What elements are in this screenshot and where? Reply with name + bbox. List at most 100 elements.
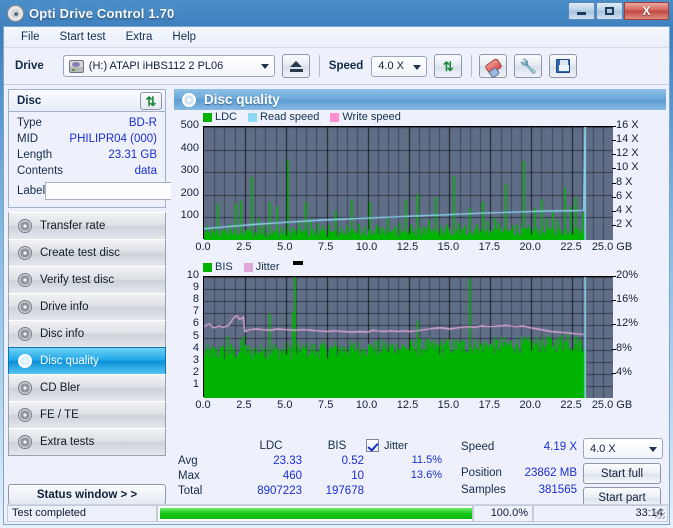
sidebar-item-transfer-rate[interactable]: Transfer rate (8, 212, 166, 240)
sidebar-item-label: Drive info (40, 301, 89, 313)
y2-tick-label: 8% (616, 341, 632, 354)
sidebar-item-disc-quality[interactable]: Disc quality (8, 347, 166, 375)
table-header-row: LDC BIS (174, 438, 368, 453)
y-tick-label: 200 (180, 186, 199, 199)
disc-icon (18, 246, 32, 260)
disc-icon (7, 4, 24, 22)
y-tick-label: 400 (180, 141, 199, 154)
menu-item-help[interactable]: Help (163, 29, 205, 45)
legend-swatch (203, 262, 212, 272)
legend-label: Write speed (342, 111, 401, 123)
menu-item-extra[interactable]: Extra (117, 29, 162, 45)
wrench-icon: 🔧 (519, 58, 538, 74)
disc-panel-header: Disc ⇅ (8, 89, 166, 111)
refresh-button[interactable]: ⇅ (434, 54, 463, 78)
y2-tick-label: 20% (616, 269, 639, 281)
legend-swatch (248, 112, 258, 122)
sidebar-item-verify-test-disc[interactable]: Verify test disc (8, 266, 166, 294)
minimize-button[interactable] (568, 2, 595, 20)
save-button[interactable] (549, 54, 578, 78)
y-tick-label: 6 (192, 317, 199, 330)
disc-row-contents: Contents data (17, 163, 157, 179)
disc-row-length: Length 23.31 GB (17, 147, 157, 163)
row-label-avg: Avg (178, 454, 198, 467)
disc-length-value: 23.31 GB (108, 149, 157, 161)
readout-position-value: 23862 MB (524, 466, 577, 479)
sidebar-item-fe-te[interactable]: FE / TE (8, 401, 166, 429)
y2-tick (612, 126, 616, 127)
table-row: Avg 23.33 0.52 (174, 453, 368, 468)
sidebar-item-label: Disc quality (40, 355, 99, 367)
disc-icon (182, 92, 196, 107)
sidebar-item-cd-bler[interactable]: CD Bler (8, 374, 166, 402)
y2-tick-label: 4 X (616, 203, 633, 216)
start-full-button[interactable]: Start full (583, 463, 661, 484)
maximize-button[interactable] (596, 2, 623, 20)
panel-header: Disc quality (174, 89, 666, 110)
disc-refresh-button[interactable]: ⇅ (140, 92, 162, 110)
y-tick-label: 2 (192, 365, 199, 378)
disc-icon (18, 300, 32, 314)
refresh-icon: ⇅ (442, 58, 454, 74)
eject-icon (289, 61, 302, 67)
column-header-bis: BIS (327, 439, 347, 452)
y-tick-label: 1 (192, 377, 199, 390)
legend-swatch (243, 262, 253, 272)
y-tick-label: 5 (192, 329, 199, 342)
readout-speed-label: Speed (461, 440, 495, 453)
eject-button[interactable] (281, 54, 310, 78)
sidebar-item-extra-tests[interactable]: Extra tests (8, 428, 166, 456)
disc-info-box: Type BD-R MID PHILIPR04 (000) Length 23.… (8, 111, 249, 208)
drive-toolbar: Drive (H:) ATAPI iHBS112 2 PL06 Speed 4.… (4, 48, 669, 85)
menu-item-file[interactable]: File (12, 29, 49, 45)
close-button[interactable]: X (624, 2, 669, 20)
legend-label: LDC (215, 111, 238, 123)
x-tick-label: 25.0 GB (591, 399, 633, 411)
status-window-button[interactable]: Status window > > (8, 484, 166, 505)
table-row: Max 460 10 (174, 468, 368, 483)
legend-swatch (330, 112, 340, 122)
y-tick-label: 500 (180, 119, 199, 131)
bis-plot-area (203, 276, 613, 398)
legend-jitter: Jitter (243, 261, 280, 273)
test-speed-select[interactable]: 4.0 X (583, 438, 663, 459)
sidebar-item-disc-info[interactable]: Disc info (8, 320, 166, 348)
y-tick-label: 3 (192, 353, 199, 366)
test-speed-value: 4.0 X (590, 442, 616, 455)
disc-icon (18, 219, 32, 233)
menu-item-start-test[interactable]: Start test (51, 29, 115, 45)
jitter-checkbox[interactable] (366, 439, 379, 452)
sidebar-item-drive-info[interactable]: Drive info (8, 293, 166, 321)
sidebar-item-create-test-disc[interactable]: Create test disc (8, 239, 166, 267)
disc-panel-title: Disc (17, 94, 42, 107)
legend-read-speed: Read speed (248, 111, 319, 123)
disc-contents-value: data (134, 165, 157, 177)
y2-tick (612, 276, 616, 277)
y2-tick-label: 16% (616, 293, 639, 306)
erase-button[interactable] (479, 54, 508, 78)
disc-row-mid: MID PHILIPR04 (000) (17, 131, 157, 147)
y-tick-label: 100 (180, 209, 199, 222)
ldc-chart-legend: LDC Read speed Write speed (203, 111, 408, 123)
speed-select[interactable]: 4.0 X (371, 55, 428, 77)
sidebar-item-label: Extra tests (40, 436, 95, 448)
left-panel: Disc ⇅ Type BD-R MID PHILIPR04 (000) Len… (4, 85, 249, 509)
drive-label: Drive (15, 60, 44, 72)
resize-grip[interactable] (655, 508, 665, 519)
drive-select[interactable]: (H:) ATAPI iHBS112 2 PL06 (62, 55, 275, 77)
y-tick-label: 10 (186, 269, 199, 281)
total-ldc-value: 8907223 (257, 484, 302, 497)
chevron-down-icon (649, 447, 657, 452)
application-window: Opti Drive Control 1.70 X File Start tes… (0, 0, 673, 528)
y2-tick-label: 10 X (616, 161, 639, 174)
disc-label-row: Label (17, 180, 249, 202)
disc-icon (18, 354, 32, 368)
sidebar-item-label: Disc info (40, 328, 85, 340)
y-tick-label: 8 (192, 293, 199, 306)
window-title: Opti Drive Control 1.70 (29, 5, 175, 21)
settings-button[interactable]: 🔧 (514, 54, 543, 78)
drive-icon (68, 59, 84, 73)
disc-type-value: BD-R (128, 117, 157, 129)
y2-tick-label: 6 X (616, 189, 633, 202)
bis-chart: BIS Jitter 1 2 3 4 5 6 7 8 9 10 4% 8% 12% 16% 20% 0.0 2.… (174, 261, 666, 433)
